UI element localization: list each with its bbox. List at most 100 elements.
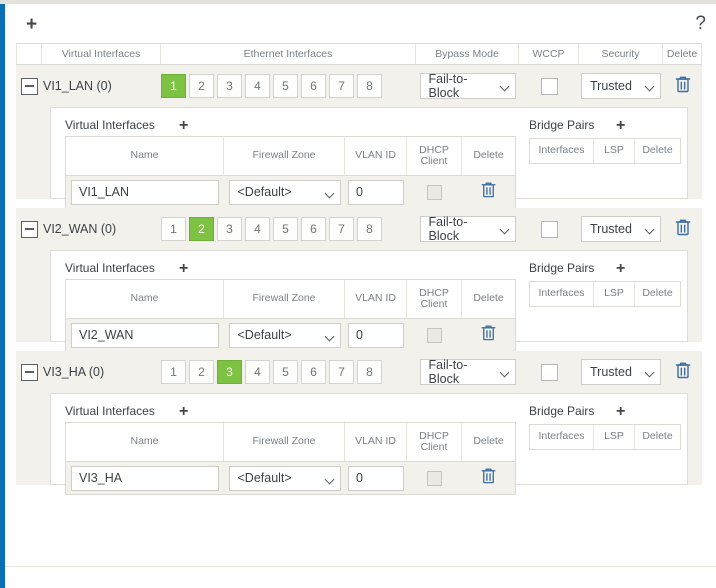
interface-configuration-screen: + ? Virtual Interfaces Ethernet Interfac…: [0, 0, 716, 588]
page-content: + ? Virtual Interfaces Ethernet Interfac…: [5, 4, 716, 588]
virtual-interfaces-label: Virtual Interfaces: [65, 404, 155, 418]
collapse-section-icon[interactable]: [20, 363, 38, 381]
ethernet-port-1[interactable]: 1: [161, 74, 186, 98]
ethernet-port-4[interactable]: 4: [245, 217, 270, 241]
wccp-checkbox[interactable]: [540, 220, 558, 238]
delete-interface-icon[interactable]: [673, 217, 693, 242]
security-select[interactable]: Trusted: [581, 359, 661, 385]
grid-header-row: Virtual Interfaces Ethernet Interfaces B…: [16, 43, 702, 65]
bridge-pairs-table-header: Interfaces LSP Delete: [529, 281, 681, 307]
vi-column-header-firewall-zone: Firewall Zone: [224, 137, 345, 175]
add-virtual-interface-row-button[interactable]: +: [179, 118, 188, 134]
vi-column-header-vlan-id: VLAN ID: [345, 137, 407, 175]
delete-virtual-interface-icon[interactable]: [479, 180, 498, 204]
interface-section: VI1_LAN (0) 1 2 3 4 5 6 7 8 Fail-to-Block Trusted V…: [16, 65, 702, 209]
virtual-interface-row: VI1_LAN <Default> 0: [65, 176, 516, 209]
ethernet-port-3[interactable]: 3: [217, 74, 242, 98]
virtual-interfaces-table-header: Name Firewall Zone VLAN ID DHCP Client Delete: [65, 136, 516, 176]
ethernet-port-3[interactable]: 3: [217, 217, 242, 241]
wccp-checkbox[interactable]: [540, 363, 558, 381]
ethernet-port-selector: 12345678: [161, 360, 382, 384]
ethernet-port-7[interactable]: 7: [329, 74, 354, 98]
bypass-mode-select[interactable]: Fail-to-Block: [419, 72, 516, 100]
virtual-interface-name-input[interactable]: VI1_LAN: [71, 179, 219, 205]
ethernet-port-5[interactable]: 5: [273, 217, 298, 241]
ethernet-port-7[interactable]: 7: [329, 217, 354, 241]
firewall-zone-select[interactable]: <Default>: [228, 179, 341, 205]
column-header-wccp: WCCP: [519, 44, 579, 64]
add-virtual-interface-button[interactable]: +: [26, 15, 37, 34]
add-bridge-pair-button[interactable]: +: [616, 118, 625, 134]
vi-column-header-name: Name: [66, 137, 224, 175]
interface-detail-panel: Virtual Interfaces + Bridge Pairs + Name Fire…: [50, 250, 688, 352]
firewall-zone-select[interactable]: <Default>: [228, 465, 341, 491]
vlan-id-input[interactable]: 0: [348, 322, 404, 348]
interface-summary-row: VI1_LAN (0) 1 2 3 4 5 6 7 8 Fail-to-Block Trusted: [16, 65, 702, 107]
ethernet-port-6[interactable]: 6: [301, 217, 326, 241]
column-header-virtual-interfaces: Virtual Interfaces: [42, 44, 161, 64]
dhcp-client-checkbox[interactable]: [427, 184, 442, 200]
ethernet-port-selector: 12345678: [161, 217, 382, 241]
ethernet-port-2[interactable]: 2: [189, 360, 214, 384]
interfaces-grid: Virtual Interfaces Ethernet Interfaces B…: [16, 43, 702, 495]
dhcp-client-checkbox[interactable]: [427, 470, 442, 486]
delete-interface-icon[interactable]: [673, 360, 693, 385]
vi-column-header-delete: Delete: [473, 149, 504, 162]
ethernet-port-8[interactable]: 8: [357, 360, 382, 384]
ethernet-port-8[interactable]: 8: [357, 74, 382, 98]
vi-column-header-dhcp-client: DHCP Client: [407, 137, 462, 175]
delete-virtual-interface-icon[interactable]: [479, 466, 498, 490]
virtual-interface-name-input[interactable]: VI2_WAN: [71, 322, 219, 348]
vi-column-header-firewall-zone: Firewall Zone: [224, 280, 345, 318]
bypass-mode-select[interactable]: Fail-to-Block: [419, 215, 516, 243]
bypass-mode-select[interactable]: Fail-to-Block: [419, 358, 516, 386]
toolbar: + ?: [5, 4, 716, 43]
vlan-id-input[interactable]: 0: [348, 465, 404, 491]
bp-column-header-delete: Delete: [642, 287, 673, 300]
ethernet-port-2[interactable]: 2: [189, 74, 214, 98]
ethernet-port-5[interactable]: 5: [273, 74, 298, 98]
dhcp-client-checkbox[interactable]: [427, 327, 442, 343]
bp-column-header-delete: Delete: [642, 144, 673, 157]
interface-section: VI2_WAN (0) 1 2 3 4 5 6 7 8 Fail-to-Block Trusted V…: [16, 208, 702, 352]
column-header-security: Security: [579, 44, 663, 64]
add-bridge-pair-button[interactable]: +: [616, 261, 625, 277]
bp-column-header-interfaces: Interfaces: [530, 139, 594, 163]
ethernet-port-3[interactable]: 3: [217, 360, 242, 384]
column-header-bypass-mode: Bypass Mode: [416, 44, 519, 64]
bridge-pairs-label: Bridge Pairs: [529, 261, 595, 275]
help-icon[interactable]: ?: [695, 14, 706, 33]
ethernet-port-4[interactable]: 4: [245, 360, 270, 384]
ethernet-port-6[interactable]: 6: [301, 360, 326, 384]
add-virtual-interface-row-button[interactable]: +: [179, 404, 188, 420]
virtual-interfaces-label: Virtual Interfaces: [65, 261, 155, 275]
virtual-interface-row: VI2_WAN <Default> 0: [65, 319, 516, 352]
ethernet-port-5[interactable]: 5: [273, 360, 298, 384]
security-select[interactable]: Trusted: [581, 73, 661, 99]
ethernet-port-4[interactable]: 4: [245, 74, 270, 98]
ethernet-port-8[interactable]: 8: [357, 217, 382, 241]
firewall-zone-select[interactable]: <Default>: [228, 322, 341, 348]
vi-column-header-dhcp-client: DHCP Client: [407, 280, 462, 318]
vi-column-header-firewall-zone: Firewall Zone: [224, 423, 345, 461]
delete-interface-icon[interactable]: [673, 74, 693, 99]
delete-virtual-interface-icon[interactable]: [479, 323, 498, 347]
security-select[interactable]: Trusted: [581, 216, 661, 242]
vlan-id-input[interactable]: 0: [348, 179, 404, 205]
bp-column-header-lsp: LSP: [594, 425, 635, 449]
collapse-section-icon[interactable]: [20, 77, 38, 95]
ethernet-port-7[interactable]: 7: [329, 360, 354, 384]
add-virtual-interface-row-button[interactable]: +: [179, 261, 188, 277]
ethernet-port-1[interactable]: 1: [161, 217, 186, 241]
column-header-delete: Delete: [663, 44, 702, 64]
bp-column-header-lsp: LSP: [594, 282, 635, 306]
ethernet-port-6[interactable]: 6: [301, 74, 326, 98]
add-bridge-pair-button[interactable]: +: [616, 404, 625, 420]
wccp-checkbox[interactable]: [540, 77, 558, 95]
bridge-pairs-label: Bridge Pairs: [529, 118, 595, 132]
ethernet-port-2[interactable]: 2: [189, 217, 214, 241]
ethernet-port-1[interactable]: 1: [161, 360, 186, 384]
virtual-interface-name-input[interactable]: VI3_HA: [71, 465, 219, 491]
collapse-section-icon[interactable]: [20, 220, 38, 238]
bridge-pairs-table-header: Interfaces LSP Delete: [529, 138, 681, 164]
